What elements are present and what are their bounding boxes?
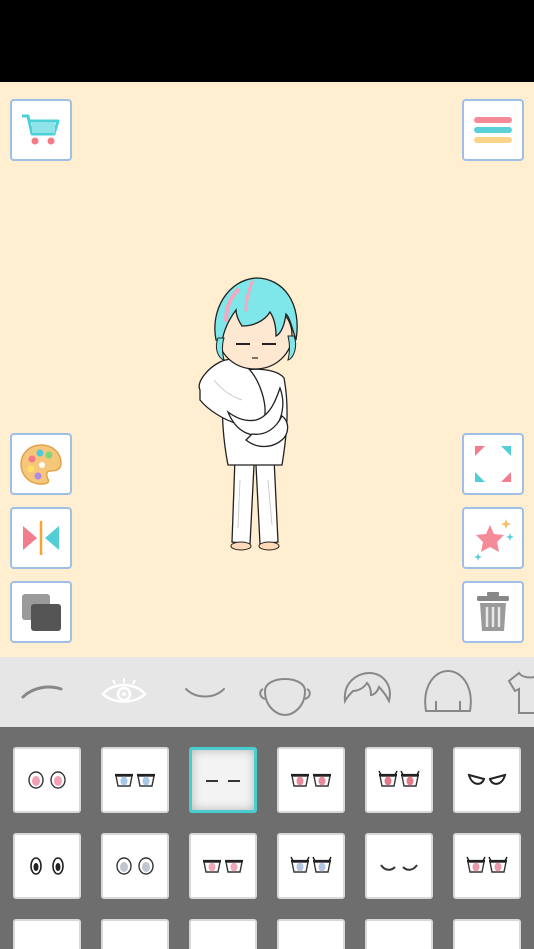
eye-options-grid — [0, 727, 534, 949]
category-bar — [0, 657, 534, 727]
eye-preview-icon — [378, 770, 420, 787]
eye-preview-icon — [291, 773, 331, 787]
fullscreen-button[interactable] — [462, 433, 524, 495]
eye-option-lashes-blue[interactable] — [277, 833, 345, 899]
front-hair-icon — [343, 671, 391, 705]
eye-option-lashes-red[interactable] — [365, 747, 433, 813]
shopping-cart-icon — [22, 114, 60, 145]
eye-preview-icon — [30, 857, 64, 875]
eye-preview-icon — [467, 773, 507, 785]
flip-button[interactable] — [10, 507, 72, 569]
effects-button[interactable] — [462, 507, 524, 569]
category-head[interactable] — [255, 667, 315, 717]
category-eyebrows[interactable] — [12, 667, 72, 717]
eye-preview-icon — [380, 864, 418, 871]
eye-option-round-gray[interactable] — [101, 833, 169, 899]
layers-icon — [22, 594, 61, 631]
category-back-hair[interactable] — [418, 667, 478, 717]
category-front-hair[interactable] — [337, 667, 397, 717]
eye-icon — [101, 678, 147, 703]
eye-option-partial[interactable] — [189, 919, 257, 949]
eye-option-partial[interactable] — [277, 919, 345, 949]
eye-option-white-angry[interactable] — [453, 747, 521, 813]
eye-preview-icon — [206, 780, 240, 782]
eye-option-lashes-pink[interactable] — [453, 833, 521, 899]
eye-preview-icon — [466, 856, 508, 873]
eye-option-partial[interactable] — [101, 919, 169, 949]
category-mouth[interactable] — [175, 667, 235, 717]
eye-preview-icon — [116, 857, 154, 875]
back-hair-icon — [424, 669, 472, 712]
delete-button[interactable] — [462, 581, 524, 643]
eyebrow-icon — [21, 685, 63, 699]
eye-preview-icon — [28, 771, 66, 789]
character-stage — [0, 82, 534, 657]
eye-preview-icon — [290, 856, 332, 873]
category-eyes[interactable] — [94, 667, 154, 717]
mirror-flip-icon — [23, 521, 59, 555]
layers-button[interactable] — [10, 581, 72, 643]
category-clothes[interactable] — [498, 667, 534, 717]
app-screen — [0, 0, 534, 949]
palette-button[interactable] — [10, 433, 72, 495]
eye-option-sleepy-curves[interactable] — [365, 833, 433, 899]
eye-option-closed-lines[interactable] — [189, 747, 257, 813]
fullscreen-icon — [475, 446, 511, 482]
mouth-icon — [185, 688, 225, 698]
status-bar — [0, 0, 534, 82]
eye-option-partial[interactable] — [453, 919, 521, 949]
eye-option-half-red[interactable] — [277, 747, 345, 813]
eye-option-dot-black[interactable] — [13, 833, 81, 899]
eye-preview-icon — [203, 859, 243, 873]
eye-option-half-blue[interactable] — [101, 747, 169, 813]
eye-option-half-pink[interactable] — [189, 833, 257, 899]
shirt-icon — [507, 671, 534, 714]
menu-icon — [474, 117, 512, 143]
eye-option-partial[interactable] — [13, 919, 81, 949]
color-palette-icon — [20, 444, 62, 485]
eye-preview-icon — [115, 773, 155, 787]
head-icon — [259, 678, 311, 717]
eye-option-round-pink[interactable] — [13, 747, 81, 813]
chibi-character[interactable] — [180, 270, 330, 570]
menu-button[interactable] — [462, 99, 524, 161]
star-sparkle-icon — [474, 519, 514, 561]
eye-option-partial[interactable] — [365, 919, 433, 949]
shop-button[interactable] — [10, 99, 72, 161]
trash-icon — [477, 592, 509, 631]
